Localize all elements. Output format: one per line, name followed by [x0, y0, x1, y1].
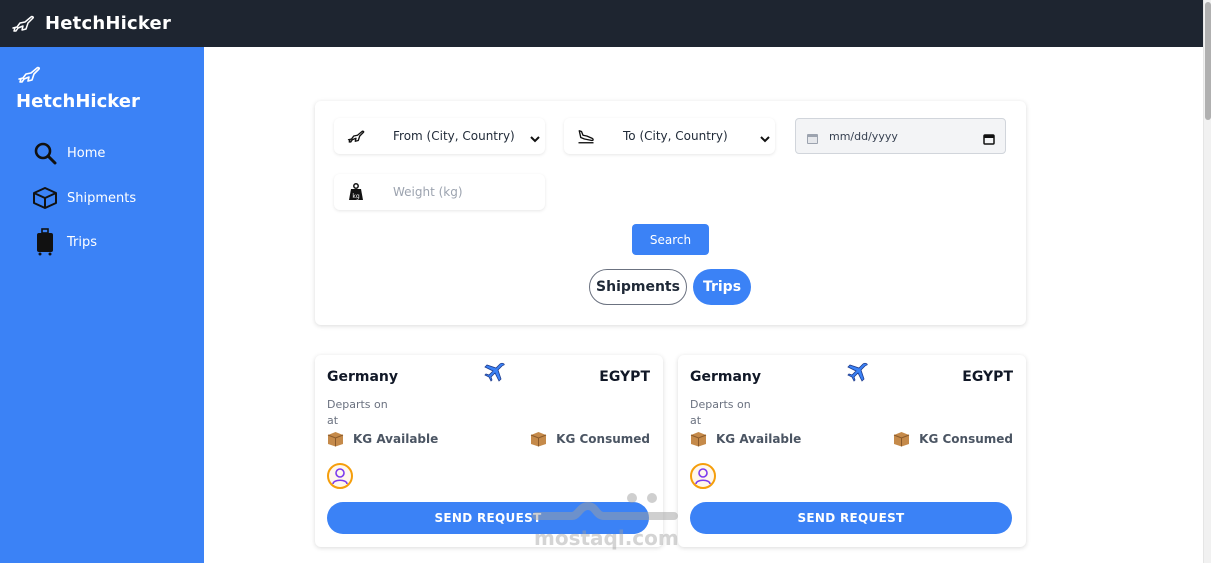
kg-consumed: KG Consumed [530, 431, 650, 447]
package-icon [690, 431, 707, 447]
sidebar-item-home[interactable]: Home [32, 140, 105, 166]
kg-available: KG Available [690, 431, 801, 447]
airplane-icon [483, 361, 507, 389]
app-title[interactable]: HetchHicker [45, 13, 171, 34]
calendar-icon [806, 130, 819, 149]
chevron-down-icon [759, 130, 771, 143]
box-icon [32, 185, 58, 211]
takeoff-icon [347, 127, 365, 145]
sidebar-item-shipments[interactable]: Shipments [32, 185, 136, 211]
package-icon [327, 431, 344, 447]
user-avatar-icon[interactable] [690, 463, 716, 489]
user-avatar-icon[interactable] [327, 463, 353, 489]
from-select[interactable]: From (City, Country) [334, 118, 545, 154]
trip-origin: Germany [327, 369, 399, 385]
kg-consumed: KG Consumed [893, 431, 1013, 447]
airplane-logo-icon[interactable] [16, 65, 42, 89]
kg-consumed-label: KG Consumed [919, 432, 1013, 446]
tab-shipments[interactable]: Shipments [589, 269, 687, 305]
top-navbar: HetchHicker [0, 0, 1203, 47]
weight-icon: kg [347, 183, 365, 201]
svg-text:kg: kg [352, 193, 359, 200]
search-button[interactable]: Search [632, 224, 709, 255]
chevron-down-icon [529, 130, 541, 143]
search-icon [32, 140, 58, 166]
airplane-icon [846, 361, 870, 389]
departs-label: Departs on [690, 398, 751, 411]
trip-card: Germany EGYPT Departs on at KG Available… [678, 355, 1026, 547]
date-picker-icon[interactable] [983, 130, 995, 149]
weight-placeholder: Weight (kg) [393, 185, 463, 199]
sidebar-item-label: Trips [67, 234, 98, 250]
package-icon [530, 431, 547, 447]
sidebar-item-label: Shipments [67, 190, 137, 206]
trip-destination: EGYPT [599, 369, 650, 385]
weight-field[interactable]: kg Weight (kg) [334, 174, 545, 210]
search-panel: From (City, Country) To (City, Country) … [315, 101, 1026, 325]
send-request-button[interactable]: SEND REQUEST [327, 502, 649, 534]
sidebar: HetchHicker Home Shipments Trips [0, 47, 204, 563]
at-label: at [690, 414, 702, 427]
suitcase-icon [32, 228, 58, 256]
kg-available-label: KG Available [353, 432, 439, 446]
kg-consumed-label: KG Consumed [556, 432, 650, 446]
landing-icon [577, 127, 595, 145]
sidebar-app-title[interactable]: HetchHicker [16, 91, 140, 112]
airplane-logo-icon[interactable] [10, 13, 36, 35]
date-placeholder: mm/dd/yyyy [829, 130, 898, 143]
at-label: at [327, 414, 339, 427]
to-select[interactable]: To (City, Country) [564, 118, 775, 154]
tab-trips[interactable]: Trips [693, 269, 751, 305]
date-input[interactable]: mm/dd/yyyy [795, 118, 1006, 154]
from-select-value: From (City, Country) [393, 129, 515, 143]
package-icon [893, 431, 910, 447]
to-select-value: To (City, Country) [623, 129, 728, 143]
trip-card: Germany EGYPT Departs on at KG Available… [315, 355, 663, 547]
page-scrollbar[interactable] [1203, 0, 1211, 563]
scrollbar-thumb[interactable] [1205, 2, 1211, 120]
trip-destination: EGYPT [962, 369, 1013, 385]
sidebar-item-trips[interactable]: Trips [32, 228, 98, 256]
sidebar-item-label: Home [67, 145, 106, 161]
send-request-button[interactable]: SEND REQUEST [690, 502, 1012, 534]
kg-available-label: KG Available [716, 432, 802, 446]
trip-origin: Germany [690, 369, 762, 385]
departs-label: Departs on [327, 398, 388, 411]
kg-available: KG Available [327, 431, 438, 447]
